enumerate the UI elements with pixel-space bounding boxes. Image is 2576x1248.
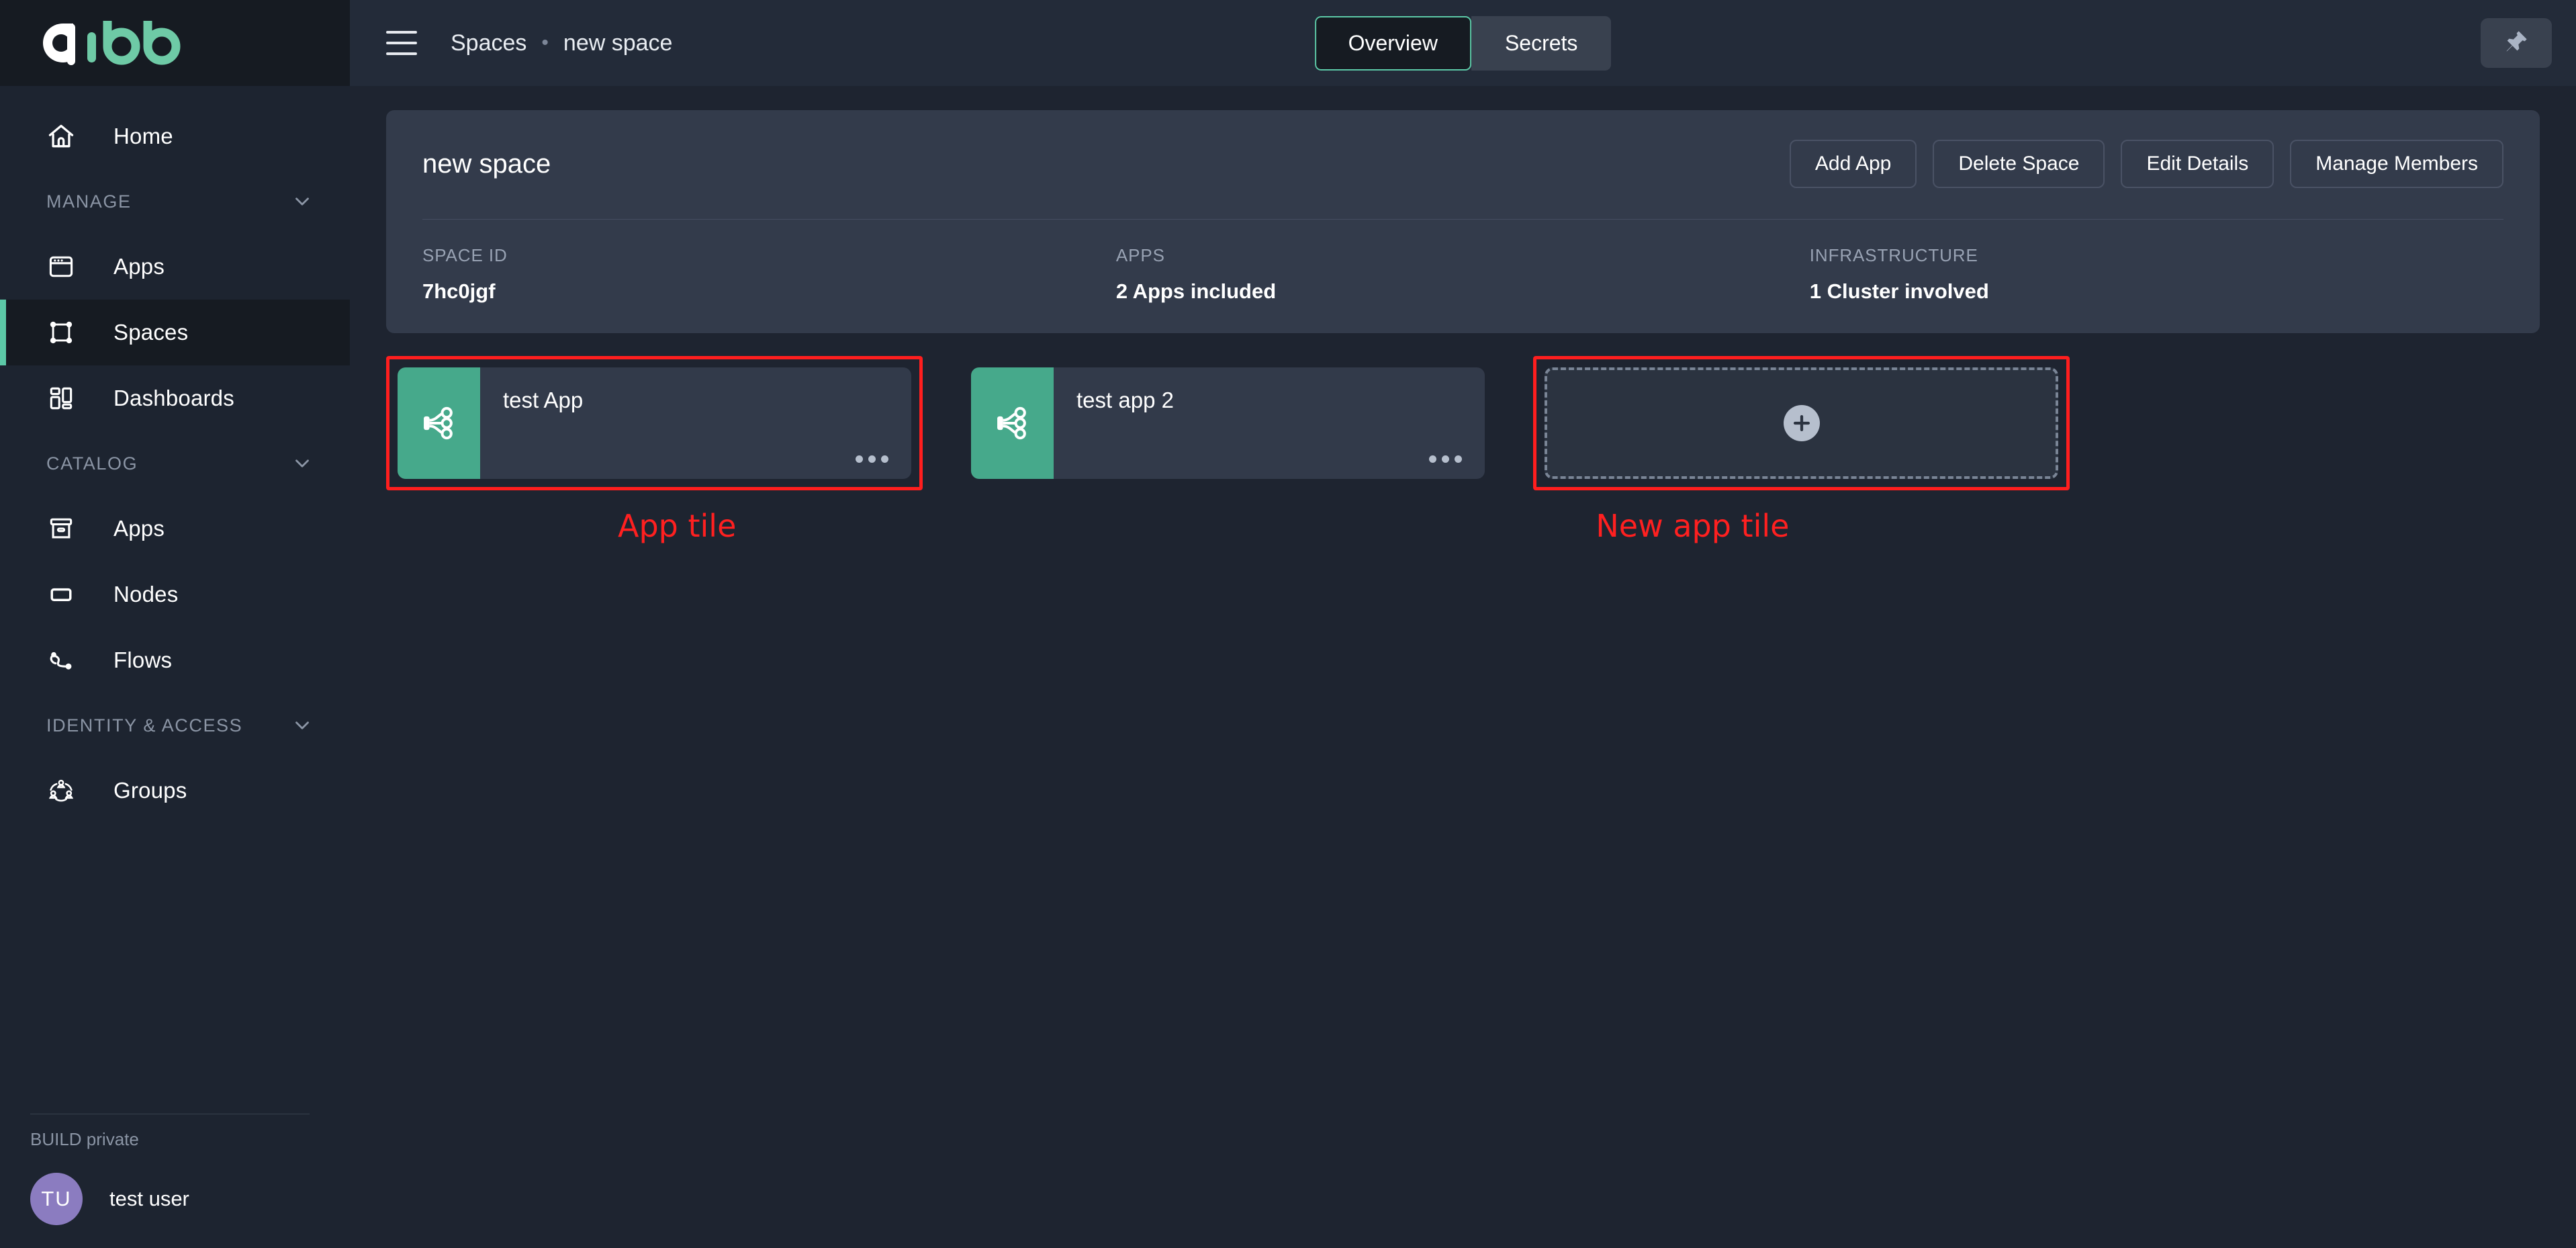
main-area: Spaces • new space Overview Secrets new (350, 0, 2576, 1248)
hamburger-icon[interactable] (386, 31, 417, 55)
tab-secrets[interactable]: Secrets (1471, 16, 1611, 71)
sidebar-item-label: Flows (113, 648, 172, 673)
meta-value: 2 Apps included (1116, 279, 1810, 304)
section-label: MANAGE (46, 191, 132, 212)
sidebar-item-label: Apps (113, 254, 165, 279)
app-flow-icon (971, 367, 1054, 479)
sidebar-item-label: Home (113, 124, 173, 149)
app-root: Home MANAGE Apps (0, 0, 2576, 1248)
sidebar-item-catalog-apps[interactable]: Apps (0, 496, 350, 562)
sidebar-section-manage[interactable]: MANAGE (0, 169, 350, 234)
annotation-labels: App tile New app tile (386, 508, 2540, 544)
sidebar-nav: Home MANAGE Apps (0, 86, 350, 1114)
topbar: Spaces • new space Overview Secrets (350, 0, 2576, 86)
brand-logo-area[interactable] (0, 0, 350, 86)
tab-group: Overview Secrets (1315, 16, 1612, 71)
breadcrumb-separator: • (541, 32, 549, 54)
flow-icon (46, 641, 85, 680)
annotation-app-tile-label: App tile (618, 508, 736, 544)
frame-icon (46, 313, 85, 352)
archive-icon (46, 509, 85, 548)
sidebar-footer: BUILD private TU test user (0, 1114, 350, 1248)
chevron-down-icon (291, 714, 314, 737)
meta-apps: APPS 2 Apps included (1116, 245, 1810, 304)
app-tile-annotation-box: test App (386, 356, 923, 490)
meta-value: 7hc0jgf (422, 279, 1116, 304)
delete-space-button[interactable]: Delete Space (1933, 140, 2105, 188)
plus-circle-icon (1784, 405, 1820, 441)
app-tile-name: test app 2 (1076, 388, 1462, 413)
space-summary-card: new space Add App Delete Space Edit Deta… (386, 110, 2540, 333)
sidebar-item-nodes[interactable]: Nodes (0, 562, 350, 627)
sidebar-item-groups[interactable]: Groups (0, 758, 350, 823)
tiles-gap (1496, 356, 1533, 490)
meta-label: APPS (1116, 245, 1810, 266)
window-icon (46, 247, 85, 286)
app-tile-2-wrap: test app 2 (960, 356, 1496, 490)
page-title: new space (422, 149, 551, 179)
app-tile[interactable]: test App (398, 367, 911, 479)
qibb-logo (40, 21, 181, 65)
home-icon (46, 117, 85, 156)
meta-value: 1 Cluster involved (1810, 279, 2503, 304)
meta-label: INFRASTRUCTURE (1810, 245, 2503, 266)
app-tiles-row: test App (386, 356, 2540, 490)
sidebar-section-catalog[interactable]: CATALOG (0, 431, 350, 496)
breadcrumb-root[interactable]: Spaces (451, 30, 526, 56)
meta-space-id: SPACE ID 7hc0jgf (422, 245, 1116, 304)
sidebar-item-home[interactable]: Home (0, 103, 350, 169)
sidebar-item-spaces[interactable]: Spaces (0, 300, 350, 365)
new-app-tile[interactable] (1545, 367, 2058, 479)
main-content: new space Add App Delete Space Edit Deta… (350, 86, 2576, 1248)
space-actions: Add App Delete Space Edit Details Manage… (1790, 140, 2503, 188)
sidebar-item-label: Apps (113, 516, 165, 541)
app-tile-name: test App (503, 388, 888, 413)
chevron-down-icon (291, 452, 314, 475)
app-flow-icon (398, 367, 480, 479)
app-tile-body: test app 2 (1054, 367, 1485, 479)
section-label: IDENTITY & ACCESS (46, 715, 242, 736)
ellipsis-icon[interactable] (1429, 455, 1462, 463)
breadcrumb: Spaces • new space (451, 30, 672, 56)
app-tile-body: test App (480, 367, 911, 479)
ellipsis-icon[interactable] (856, 455, 888, 463)
app-tile[interactable]: test app 2 (971, 367, 1485, 479)
build-label: BUILD private (0, 1114, 350, 1150)
annotation-new-app-tile-label: New app tile (1596, 508, 1789, 544)
manage-members-button[interactable]: Manage Members (2290, 140, 2503, 188)
meta-label: SPACE ID (422, 245, 1116, 266)
user-name: test user (109, 1187, 189, 1211)
new-app-tile-annotation-box (1533, 356, 2070, 490)
add-app-button[interactable]: Add App (1790, 140, 1917, 188)
breadcrumb-current: new space (563, 30, 673, 56)
user-profile[interactable]: TU test user (0, 1150, 350, 1225)
sidebar-item-label: Spaces (113, 320, 188, 345)
tiles-gap (923, 356, 960, 490)
pin-icon (2503, 28, 2530, 58)
dashboard-icon (46, 379, 85, 418)
section-label: CATALOG (46, 453, 138, 474)
groups-icon (46, 771, 85, 810)
chevron-down-icon (291, 190, 314, 213)
sidebar-item-label: Groups (113, 778, 187, 803)
meta-infrastructure: INFRASTRUCTURE 1 Cluster involved (1810, 245, 2503, 304)
sidebar-item-dashboards[interactable]: Dashboards (0, 365, 350, 431)
avatar: TU (30, 1173, 83, 1225)
sidebar: Home MANAGE Apps (0, 0, 350, 1248)
tab-overview[interactable]: Overview (1315, 16, 1471, 71)
sidebar-item-label: Nodes (113, 582, 178, 607)
sidebar-section-identity[interactable]: IDENTITY & ACCESS (0, 693, 350, 758)
sidebar-item-manage-apps[interactable]: Apps (0, 234, 350, 300)
edit-details-button[interactable]: Edit Details (2121, 140, 2274, 188)
node-icon (46, 575, 85, 614)
pin-button[interactable] (2481, 18, 2552, 68)
sidebar-item-label: Dashboards (113, 386, 234, 411)
sidebar-item-flows[interactable]: Flows (0, 627, 350, 693)
space-meta: SPACE ID 7hc0jgf APPS 2 Apps included IN… (422, 220, 2503, 304)
